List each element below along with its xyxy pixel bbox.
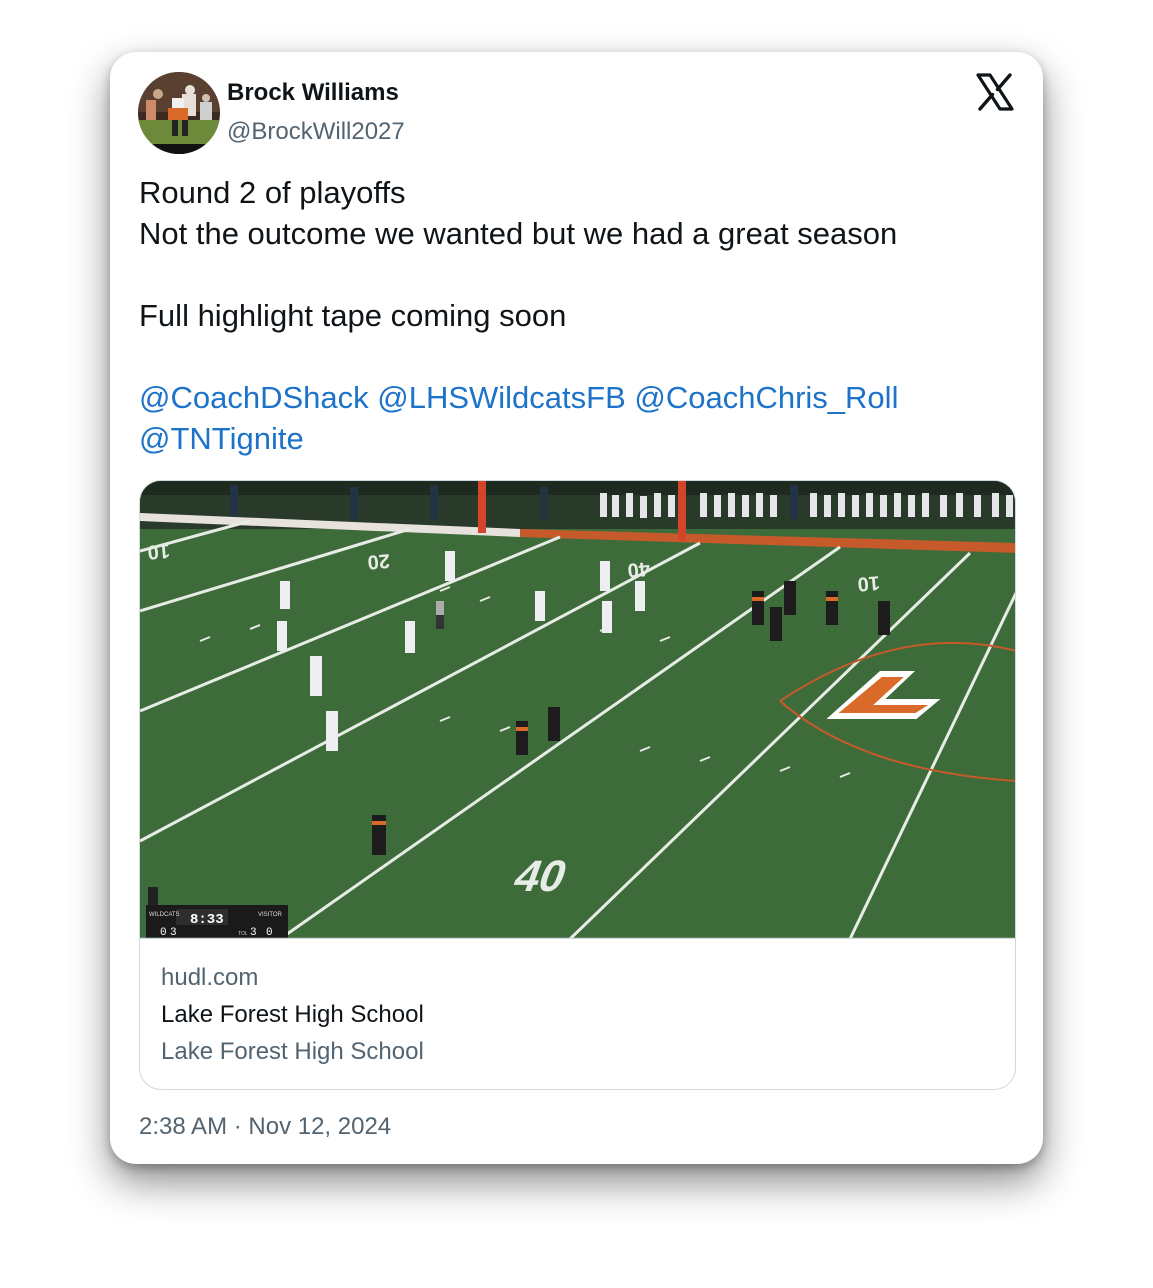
scoreboard-home-team: WILDCATS	[149, 912, 180, 918]
mention-link[interactable]: @TNTignite	[139, 421, 304, 456]
link-domain: hudl.com	[161, 964, 259, 991]
mention-link[interactable]: @CoachDShack	[139, 380, 369, 415]
scoreboard-home-tol: 3	[170, 927, 177, 939]
tweet-card: Brock Williams @BrockWill2027 Round 2 of…	[110, 52, 1043, 1164]
link-preview-card[interactable]: 30 40 40 10 20 10	[139, 480, 1016, 1090]
link-title: Lake Forest High School	[161, 1001, 424, 1028]
tweet-line: Full highlight tape coming soon	[139, 298, 567, 333]
scoreboard-away-tol: 3	[250, 927, 257, 939]
scoreboard-home-score: 0	[160, 927, 167, 939]
scoreboard-tol-label: TOL	[238, 931, 248, 937]
tweet-timestamp[interactable]: 2:38 AM · Nov 12, 2024	[139, 1113, 391, 1141]
field-number: 40	[627, 557, 651, 581]
scoreboard-away-score: 0	[266, 927, 273, 939]
tweet-line: Round 2 of playoffs	[139, 175, 406, 210]
avatar[interactable]	[138, 72, 220, 154]
mention-link[interactable]: @LHSWildcatsFB	[377, 380, 626, 415]
display-name[interactable]: Brock Williams	[227, 79, 399, 107]
mentions-line: @TNTignite	[139, 418, 1019, 459]
field-number: 10	[147, 539, 171, 563]
link-description: Lake Forest High School	[161, 1038, 424, 1065]
user-handle[interactable]: @BrockWill2027	[227, 118, 405, 146]
mention-link[interactable]: @CoachChris_Roll	[634, 380, 898, 415]
x-logo-icon[interactable]	[975, 72, 1015, 112]
tweet-text: Round 2 of playoffs Not the outcome we w…	[139, 172, 1019, 459]
football-player-avatar	[138, 72, 220, 154]
field-number: 10	[857, 571, 881, 595]
video-thumbnail[interactable]: 30 40 40 10 20 10	[140, 481, 1016, 939]
scoreboard-clock: 8:33	[190, 912, 224, 928]
scoreboard-away-team: VISITOR	[258, 912, 283, 918]
tweet-line	[139, 336, 1019, 377]
tweet-line: Not the outcome we wanted but we had a g…	[139, 216, 898, 251]
mentions-line: @CoachDShack @LHSWildcatsFB @CoachChris_…	[139, 377, 1019, 418]
tweet-line	[139, 254, 1019, 295]
field-number: 20	[367, 549, 391, 573]
